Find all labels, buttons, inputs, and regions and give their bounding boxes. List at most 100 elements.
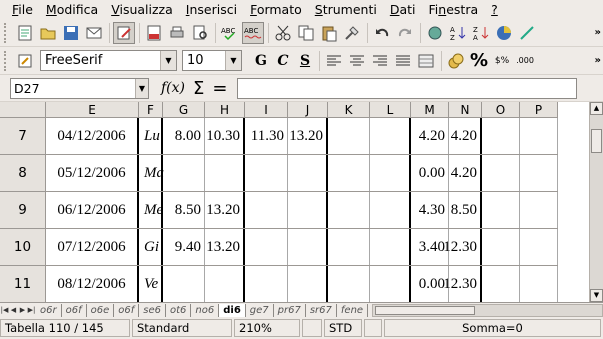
horizontal-scrollbar[interactable] xyxy=(372,303,603,317)
cell-p[interactable] xyxy=(520,266,558,302)
column-header-e[interactable]: E xyxy=(46,102,139,118)
chart-icon[interactable] xyxy=(493,22,515,44)
percent-format-icon[interactable]: % xyxy=(468,50,490,72)
bold-button[interactable]: G xyxy=(250,53,272,69)
page-style[interactable]: Standard xyxy=(132,319,232,337)
chevron-down-icon[interactable]: ▼ xyxy=(135,78,148,98)
currency-format-icon[interactable] xyxy=(445,50,467,72)
cell-g[interactable] xyxy=(163,155,205,191)
insert-mode[interactable] xyxy=(302,319,322,337)
cell-j[interactable] xyxy=(288,266,328,302)
toolbar-grip[interactable] xyxy=(4,50,10,71)
day-cell[interactable]: Ve xyxy=(139,266,163,302)
column-header-f[interactable]: F xyxy=(139,102,163,118)
menu-visualizza[interactable]: Visualizza xyxy=(111,2,173,17)
align-center-icon[interactable] xyxy=(346,50,368,72)
last-sheet-icon[interactable]: ▶| xyxy=(27,304,36,317)
email-icon[interactable] xyxy=(83,22,105,44)
date-cell[interactable]: 08/12/2006 xyxy=(46,266,139,302)
cell-g[interactable]: 9.40 xyxy=(163,229,205,265)
day-cell[interactable]: Lu xyxy=(139,118,163,154)
sheet-tab[interactable]: no6 xyxy=(191,303,220,317)
cell-i[interactable]: 11.30 xyxy=(245,118,288,154)
cell-l[interactable] xyxy=(370,155,411,191)
scroll-thumb[interactable] xyxy=(375,305,476,315)
sheet-tab-active[interactable]: di6 xyxy=(219,303,246,317)
select-all-corner[interactable] xyxy=(0,102,46,118)
function-button[interactable]: = xyxy=(212,78,227,99)
cell-j[interactable]: 13.20 xyxy=(288,118,328,154)
cell-j[interactable] xyxy=(288,229,328,265)
cell-o[interactable] xyxy=(482,118,520,154)
toolbar-overflow-icon[interactable]: » xyxy=(595,27,601,38)
day-cell[interactable]: Gi xyxy=(139,229,163,265)
cell-g[interactable] xyxy=(163,266,205,302)
undo-icon[interactable] xyxy=(371,22,393,44)
menu-formato[interactable]: Formato xyxy=(250,2,302,17)
menu-file[interactable]: File xyxy=(12,2,33,17)
formula-input[interactable] xyxy=(237,77,578,99)
next-sheet-icon[interactable]: ▶ xyxy=(18,304,27,317)
cell-o[interactable] xyxy=(482,192,520,228)
copy-icon[interactable] xyxy=(295,22,317,44)
toolbar-grip[interactable] xyxy=(4,22,10,43)
column-header-k[interactable]: K xyxy=(328,102,370,118)
cell-o[interactable] xyxy=(482,266,520,302)
format-paintbrush-icon[interactable] xyxy=(341,22,363,44)
chevron-down-icon[interactable]: ▼ xyxy=(160,51,176,70)
autospellcheck-icon[interactable]: ABC xyxy=(242,21,264,44)
column-header-p[interactable]: P xyxy=(520,102,558,118)
menu-modifica[interactable]: Modifica xyxy=(46,2,98,17)
align-left-icon[interactable] xyxy=(323,50,345,72)
export-pdf-icon[interactable] xyxy=(143,22,165,44)
cell-i[interactable] xyxy=(245,229,288,265)
scroll-thumb[interactable] xyxy=(591,129,602,153)
cell-n[interactable]: 4.20 xyxy=(449,155,482,191)
name-box[interactable]: D27 ▼ xyxy=(10,77,149,99)
cell-i[interactable] xyxy=(245,192,288,228)
row-header[interactable]: 11 xyxy=(0,266,46,302)
cell-j[interactable] xyxy=(288,155,328,191)
cell-n[interactable]: 12.30 xyxy=(443,229,482,265)
column-header-h[interactable]: H xyxy=(205,102,245,118)
cell-j[interactable] xyxy=(288,192,328,228)
cell-i[interactable] xyxy=(245,266,288,302)
selection-mode[interactable]: STD xyxy=(324,319,362,337)
cell-l[interactable] xyxy=(370,266,411,302)
cell-h[interactable] xyxy=(205,155,245,191)
scroll-down-icon[interactable]: ▼ xyxy=(590,289,603,302)
menu-finestra[interactable]: Finestra xyxy=(429,2,479,17)
row-header[interactable]: 9 xyxy=(0,192,46,228)
cell-l[interactable] xyxy=(370,118,411,154)
date-cell[interactable]: 05/12/2006 xyxy=(46,155,139,191)
day-cell[interactable]: Me xyxy=(139,192,163,228)
styles-icon[interactable] xyxy=(14,50,36,72)
menu-help[interactable]: ? xyxy=(491,2,498,17)
font-name-select[interactable]: FreeSerif ▼ xyxy=(40,50,177,71)
cell-n[interactable]: 8.50 xyxy=(449,192,482,228)
open-folder-icon[interactable] xyxy=(37,22,59,44)
day-cell[interactable]: Ma xyxy=(139,155,164,191)
column-header-i[interactable]: I xyxy=(245,102,288,118)
cell-n[interactable]: 12.30 xyxy=(443,266,482,302)
cell-n[interactable]: 4.20 xyxy=(449,118,482,154)
first-sheet-icon[interactable]: |◀ xyxy=(0,304,9,317)
sort-ascending-icon[interactable]: AZ xyxy=(447,22,469,44)
save-icon[interactable] xyxy=(60,22,82,44)
function-wizard-button[interactable]: f(x) xyxy=(161,80,185,96)
cell-k[interactable] xyxy=(328,192,370,228)
date-cell[interactable]: 07/12/2006 xyxy=(46,229,139,265)
sum-button[interactable]: Σ xyxy=(193,78,204,99)
add-decimal-icon[interactable]: .000 xyxy=(514,50,536,72)
cell-p[interactable] xyxy=(520,118,558,154)
sheet-tab[interactable]: o6f xyxy=(62,303,87,317)
cell-p[interactable] xyxy=(520,155,558,191)
cell-o[interactable] xyxy=(482,229,520,265)
cell-m[interactable]: 4.20 xyxy=(411,118,449,154)
row-header[interactable]: 8 xyxy=(0,155,46,191)
sheet-tab[interactable]: o6e xyxy=(87,303,115,317)
new-document-icon[interactable] xyxy=(14,22,36,44)
zoom-level[interactable]: 210% xyxy=(234,319,300,337)
column-header-n[interactable]: N xyxy=(449,102,482,118)
chevron-down-icon[interactable]: ▼ xyxy=(225,51,241,70)
